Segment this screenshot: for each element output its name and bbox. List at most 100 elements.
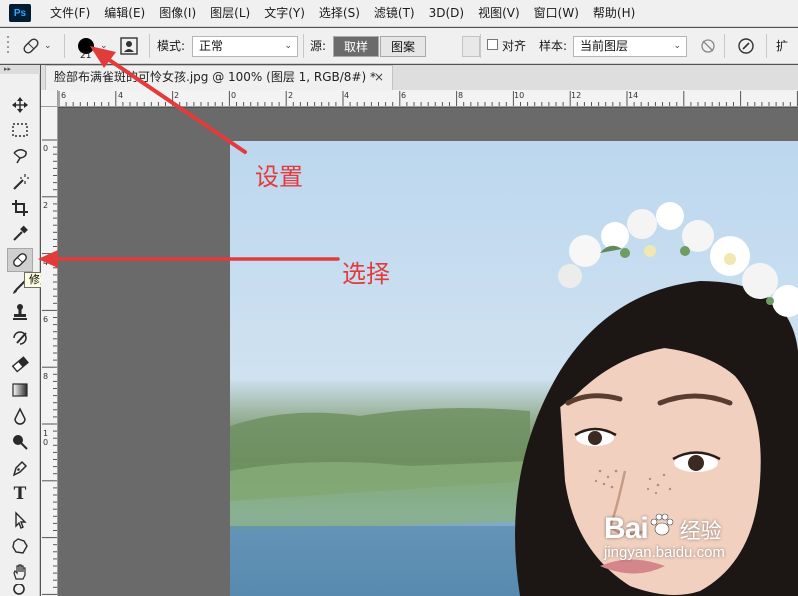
menu-filter[interactable]: 滤镜(T): [367, 0, 422, 27]
ruler-label: 10: [514, 91, 525, 100]
history-brush-icon[interactable]: [7, 326, 33, 350]
menu-file[interactable]: 文件(F): [43, 0, 97, 27]
hand-icon[interactable]: [7, 560, 33, 584]
menu-layer[interactable]: 图层(L): [203, 0, 257, 27]
clone-source-icon: [120, 37, 138, 55]
chevron-down-icon: ⌄: [673, 41, 681, 51]
ruler-label: 0: [231, 91, 237, 100]
menu-type[interactable]: 文字(Y): [257, 0, 312, 27]
annotation-settings: 设置: [255, 163, 303, 191]
healing-brush-tool[interactable]: [7, 248, 33, 272]
type-icon[interactable]: T: [7, 482, 33, 506]
ruler-label: 1: [43, 429, 49, 438]
ruler-label: 0: [43, 438, 49, 447]
move-icon[interactable]: [7, 93, 33, 117]
chevron-down-icon: ⌄: [100, 41, 108, 51]
dodge-icon[interactable]: [7, 430, 33, 454]
close-icon[interactable]: ×: [374, 66, 384, 89]
baidu-jingyan-watermark: Bai 经验 jingyan.baidu.com: [604, 512, 725, 561]
tools-panel: ▸▸ T: [0, 65, 40, 596]
pressure-icon: [738, 38, 754, 54]
ruler-label: 12: [571, 91, 582, 100]
mode-value: 正常: [199, 39, 224, 53]
menu-window[interactable]: 窗口(W): [527, 0, 586, 27]
ruler-label: 0: [43, 144, 49, 153]
brush-settings-toggle[interactable]: [119, 28, 139, 64]
baidu-logo: Bai: [604, 512, 649, 545]
horizontal-ruler[interactable]: 6 4 2 0 2 4 6 8 10 12 14: [58, 90, 798, 107]
aligned-checkbox[interactable]: [487, 39, 498, 50]
sample-label: 样本:: [539, 39, 568, 53]
ruler-label: 6: [401, 91, 407, 100]
document-tab-bar: 脸部布满雀斑的可怜女孩.jpg @ 100% (图层 1, RGB/8#) * …: [41, 65, 798, 90]
brush-size: 21: [80, 51, 92, 61]
ruler-label: 2: [174, 91, 180, 100]
menu-image[interactable]: 图像(I): [152, 0, 203, 27]
ruler-ticks: [42, 139, 57, 595]
ignore-adjustment-layers-button[interactable]: [698, 36, 718, 56]
ruler-label: 6: [61, 91, 67, 100]
ruler-label: 2: [288, 91, 294, 100]
ruler-label: 4: [118, 91, 124, 100]
document-title: 脸部布满雀斑的可怜女孩.jpg @ 100% (图层 1, RGB/8#) *: [54, 70, 376, 84]
options-bar: ⌄ ⌄ 21 模式: 正常 ⌄ 源: 取样 图案 对齐 样本: 当前图层 ⌄ 扩…: [0, 28, 798, 89]
menu-help[interactable]: 帮助(H): [586, 0, 642, 27]
ruler-label: 14: [628, 91, 639, 100]
separator: [149, 34, 150, 58]
pen-icon[interactable]: [7, 456, 33, 480]
eyedropper-icon[interactable]: [7, 222, 33, 246]
source-pattern-button[interactable]: 图案: [380, 36, 426, 57]
gradient-icon[interactable]: [7, 378, 33, 402]
pressure-size-button[interactable]: [736, 36, 756, 56]
healing-brush-icon: [13, 253, 27, 267]
ruler-label: 4: [43, 258, 49, 267]
ruler-ticks: [58, 91, 798, 106]
shape-icon[interactable]: [7, 534, 33, 558]
menu-edit[interactable]: 编辑(E): [97, 0, 152, 27]
menu-select[interactable]: 选择(S): [312, 0, 367, 27]
blur-icon[interactable]: [7, 404, 33, 428]
ruler-label: 4: [344, 91, 350, 100]
separator: [480, 34, 481, 58]
collapse-icon[interactable]: ▸▸: [0, 65, 40, 74]
magic-wand-icon[interactable]: [7, 170, 33, 194]
zoom-icon[interactable]: [7, 584, 33, 596]
menu-view[interactable]: 视图(V): [471, 0, 527, 27]
separator: [724, 34, 725, 58]
crop-icon[interactable]: [7, 196, 33, 220]
source-sampled-button[interactable]: 取样: [333, 36, 379, 57]
sample-value: 当前图层: [580, 39, 629, 53]
watermark-url: jingyan.baidu.com: [604, 544, 725, 561]
mode-select[interactable]: 正常 ⌄: [192, 36, 298, 57]
ruler-label: 6: [43, 315, 49, 324]
jingyan-brand: 经验: [679, 519, 722, 543]
mode-label: 模式:: [157, 39, 186, 53]
options-grip: [6, 28, 12, 64]
vertical-ruler[interactable]: 0 2 4 6 8 1 0: [41, 107, 58, 596]
document-tab[interactable]: 脸部布满雀斑的可怜女孩.jpg @ 100% (图层 1, RGB/8#) * …: [45, 65, 393, 90]
path-selection-icon[interactable]: [7, 508, 33, 532]
aligned-label: 对齐: [502, 39, 527, 53]
pattern-picker[interactable]: [462, 36, 480, 57]
tool-preset-picker[interactable]: ⌄: [20, 28, 52, 64]
paw-icon: [650, 513, 673, 536]
ruler-label: 8: [458, 91, 464, 100]
sample-select[interactable]: 当前图层 ⌄: [573, 36, 687, 57]
separator: [766, 34, 767, 58]
menu-bar: Ps 文件(F) 编辑(E) 图像(I) 图层(L) 文字(Y) 选择(S) 滤…: [0, 0, 798, 27]
healing-brush-icon: [23, 38, 39, 54]
ignore-adjustment-icon: [701, 39, 715, 53]
eraser-icon[interactable]: [7, 352, 33, 376]
chevron-down-icon: ⌄: [44, 41, 52, 51]
ruler-origin[interactable]: [41, 90, 58, 107]
lasso-icon[interactable]: [7, 144, 33, 168]
photoshop-logo: Ps: [9, 4, 31, 22]
annotation-select: 选择: [342, 260, 390, 288]
marquee-icon[interactable]: [7, 118, 33, 142]
chevron-down-icon: ⌄: [284, 41, 292, 51]
grip-icon: [7, 36, 9, 53]
source-label: 源:: [310, 39, 327, 53]
clone-stamp-icon[interactable]: [7, 300, 33, 324]
menu-3d[interactable]: 3D(D): [422, 0, 471, 27]
ruler-label: 8: [43, 372, 49, 381]
